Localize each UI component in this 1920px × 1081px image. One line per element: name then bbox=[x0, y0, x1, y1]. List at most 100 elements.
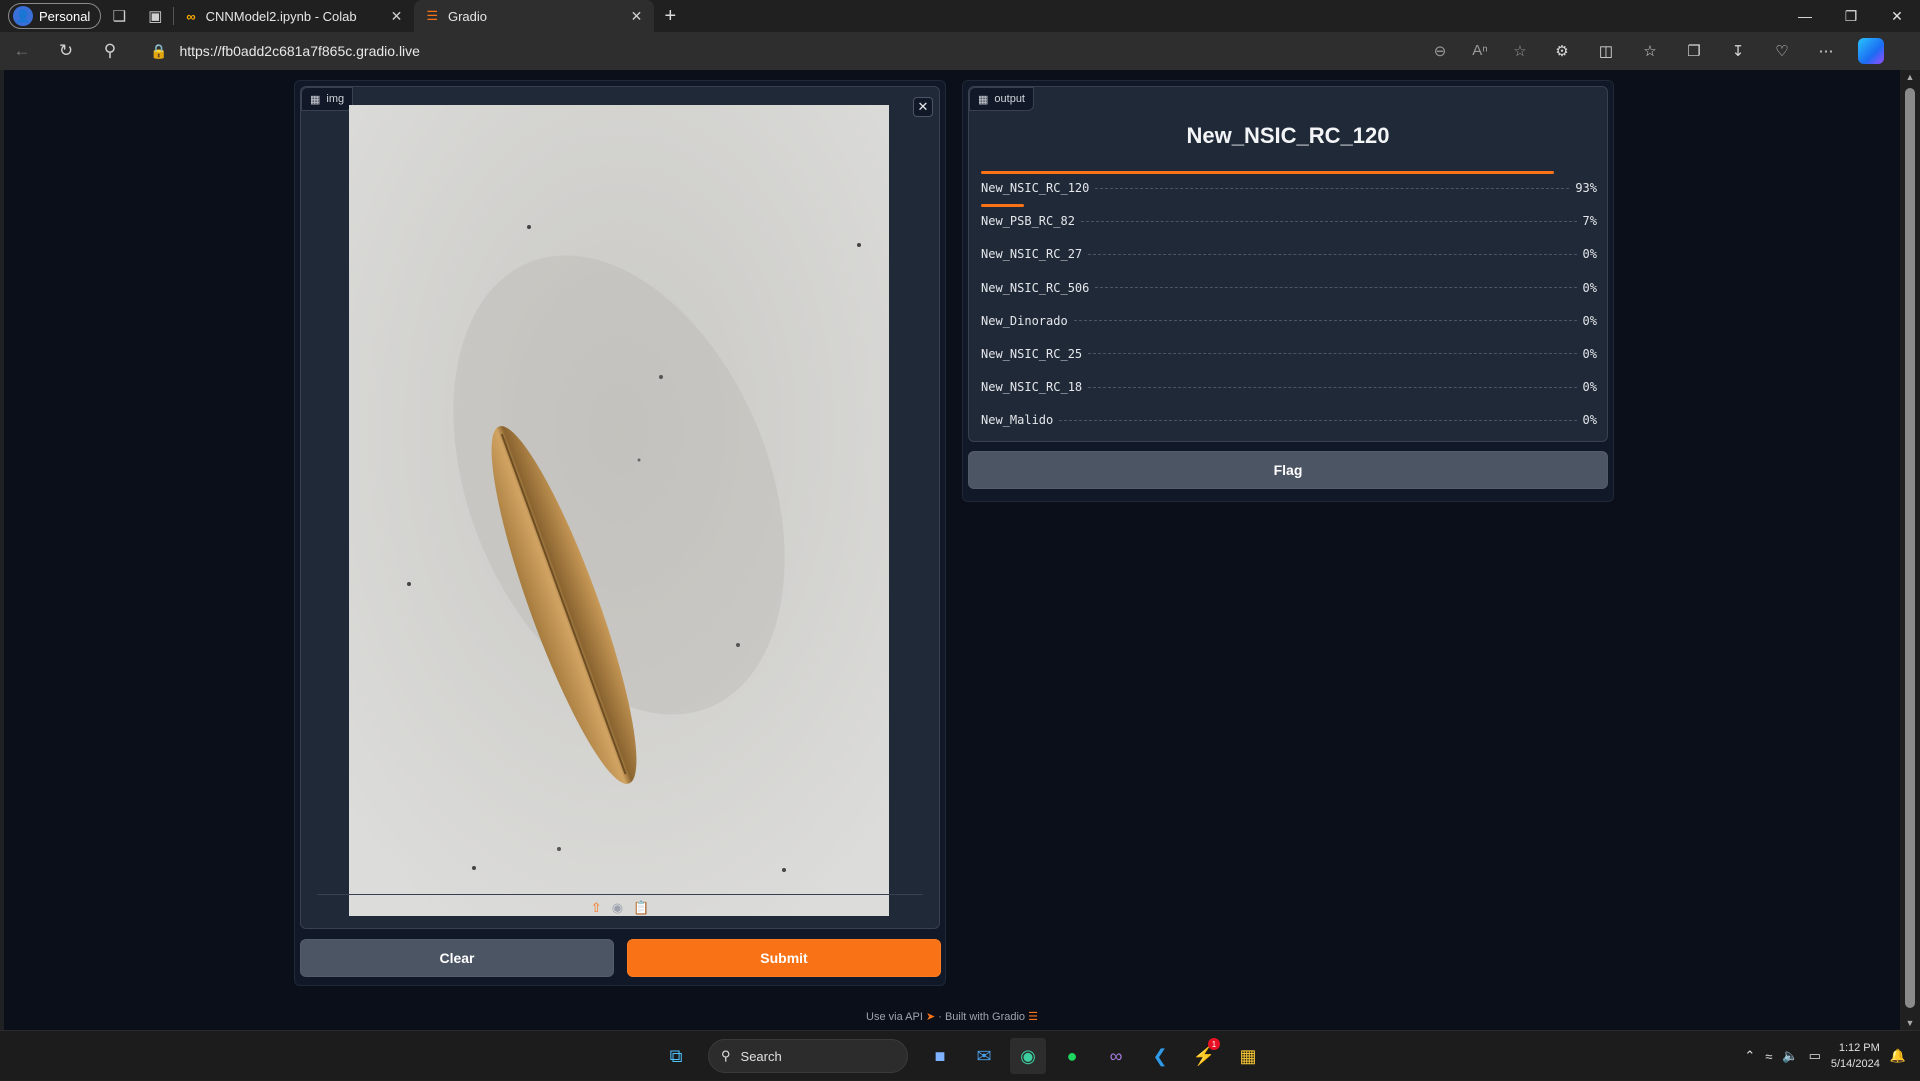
address-bar[interactable]: 🔒 https://fb0add2c681a7f865c.gradio.live… bbox=[136, 36, 1540, 66]
confidence-percent: 0% bbox=[1582, 413, 1597, 428]
favorites-icon[interactable]: ☆ bbox=[1628, 42, 1672, 60]
scrollbar-thumb[interactable] bbox=[1905, 88, 1915, 1008]
taskbar-search[interactable]: ⚲ Search bbox=[708, 1039, 908, 1073]
lock-icon[interactable]: 🔒 bbox=[150, 43, 167, 60]
clear-image-icon[interactable]: ✕ bbox=[913, 97, 933, 117]
tab-label: CNNModel2.ipynb - Colab bbox=[205, 8, 357, 24]
colab-icon: ∞ bbox=[186, 8, 196, 24]
uploaded-image[interactable] bbox=[349, 105, 889, 916]
spotify-icon[interactable]: ● bbox=[1054, 1038, 1090, 1074]
confidence-row: New_NSIC_RC_25 0% bbox=[981, 337, 1597, 370]
start-icon[interactable]: ⧉ bbox=[658, 1038, 694, 1074]
output-block-label: ▦ output bbox=[969, 87, 1034, 111]
confidence-percent: 93% bbox=[1575, 181, 1597, 195]
confidence-leader bbox=[1095, 187, 1570, 189]
wifi-icon[interactable]: ≈ bbox=[1765, 1049, 1772, 1064]
download-icon[interactable]: ↧ bbox=[1716, 42, 1760, 60]
zoom-out-icon[interactable]: ⊖ bbox=[1420, 42, 1460, 60]
close-tab-icon[interactable]: ✕ bbox=[391, 8, 403, 25]
minimize-icon[interactable]: — bbox=[1782, 0, 1828, 32]
built-with-gradio-link[interactable]: Built with Gradio bbox=[945, 1011, 1025, 1023]
profile-button[interactable]: 👤 Personal bbox=[8, 3, 102, 29]
confidence-label: New_PSB_RC_82 bbox=[981, 214, 1075, 229]
footer-separator: · bbox=[938, 1011, 942, 1023]
clear-button[interactable]: Clear bbox=[300, 939, 614, 977]
confidence-line: New_NSIC_RC_27 0% bbox=[981, 247, 1597, 261]
tab-label: Gradio bbox=[447, 8, 487, 24]
notification-bell-icon[interactable]: 🔔 bbox=[1890, 1048, 1906, 1064]
rocket-icon: ➤ bbox=[925, 1011, 939, 1023]
gradio-icon: ☰ bbox=[426, 8, 438, 23]
label-icon: ▦ bbox=[978, 93, 989, 106]
read-aloud-icon[interactable]: Aⁿ bbox=[1460, 42, 1500, 60]
use-via-api-link[interactable]: Use via API bbox=[866, 1011, 923, 1023]
file-explorer-icon[interactable]: ▦ bbox=[1230, 1038, 1266, 1074]
visual-studio-icon[interactable]: ∞ bbox=[1098, 1038, 1134, 1074]
battery-icon[interactable]: ▭ bbox=[1809, 1048, 1821, 1064]
confidence-percent: 0% bbox=[1582, 380, 1597, 395]
extensions-icon[interactable]: ⚙ bbox=[1540, 42, 1584, 60]
confidence-percent: 0% bbox=[1582, 313, 1597, 328]
more-options-icon[interactable]: ⋯ bbox=[1804, 42, 1848, 60]
mail-icon[interactable]: ✉ bbox=[966, 1038, 1002, 1074]
back-icon[interactable]: ← bbox=[0, 32, 44, 70]
close-window-icon[interactable]: ✕ bbox=[1874, 0, 1920, 32]
submit-button[interactable]: Submit bbox=[627, 939, 941, 977]
volume-icon[interactable]: 🔈 bbox=[1782, 1048, 1798, 1064]
confidence-line: New_NSIC_RC_506 0% bbox=[981, 281, 1597, 295]
scroll-up-icon[interactable]: ▲ bbox=[1904, 72, 1916, 82]
confidence-label: New_Dinorado bbox=[981, 313, 1068, 328]
flag-button[interactable]: Flag bbox=[968, 451, 1608, 489]
new-tab-button[interactable]: + bbox=[654, 0, 686, 32]
chevron-up-icon[interactable]: ⌃ bbox=[1744, 1048, 1755, 1064]
system-tray: ⌃ ≈ 🔈 ▭ 1:12 PM 5/14/2024 🔔 bbox=[1744, 1031, 1906, 1081]
page-viewport: ▦ img ✕ ⇧ ◉ 📋 Clear Submit ▦ output New_… bbox=[4, 70, 1900, 1030]
workspaces-icon[interactable]: ❑ bbox=[101, 0, 137, 32]
confidence-list: New_NSIC_RC_120 93% New_PSB_RC_82 7% New_NSI… bbox=[981, 171, 1597, 437]
confidence-line: New_NSIC_RC_120 93% bbox=[981, 181, 1597, 195]
vscode-icon[interactable]: ❮ bbox=[1142, 1038, 1178, 1074]
confidence-bar bbox=[981, 171, 1554, 174]
tab-gradio[interactable]: ☰ Gradio ✕ bbox=[414, 0, 655, 32]
tab-colab[interactable]: ∞ CNNModel2.ipynb - Colab ✕ bbox=[174, 0, 414, 32]
performance-icon[interactable]: ♡ bbox=[1760, 42, 1804, 60]
page-scrollbar[interactable]: ▲ ▼ bbox=[1900, 70, 1920, 1030]
edge-icon[interactable]: ◉ bbox=[1010, 1038, 1046, 1074]
confidence-label: New_NSIC_RC_120 bbox=[981, 181, 1090, 195]
input-column: ▦ img ✕ ⇧ ◉ 📋 Clear Submit bbox=[294, 80, 946, 986]
confidence-leader bbox=[1088, 386, 1577, 388]
confidence-label: New_NSIC_RC_25 bbox=[981, 346, 1083, 361]
taskbar-search-label: Search bbox=[740, 1048, 782, 1064]
clipboard-icon[interactable]: 📋 bbox=[633, 900, 649, 916]
profile-label: Personal bbox=[39, 8, 91, 24]
scroll-down-icon[interactable]: ▼ bbox=[1904, 1018, 1916, 1028]
confidence-label: New_Malido bbox=[981, 413, 1054, 428]
messenger-icon[interactable]: ⚡ 1 bbox=[1186, 1038, 1222, 1074]
confidence-bar bbox=[981, 204, 1025, 208]
confidence-line: New_NSIC_RC_18 0% bbox=[981, 380, 1597, 394]
restore-icon[interactable]: ❐ bbox=[1828, 0, 1874, 32]
close-tab-icon[interactable]: ✕ bbox=[631, 8, 643, 25]
webcam-icon[interactable]: ◉ bbox=[612, 900, 623, 916]
split-screen-icon[interactable]: ◫ bbox=[1584, 42, 1628, 60]
clock[interactable]: 1:12 PM 5/14/2024 bbox=[1831, 1040, 1880, 1072]
confidence-label: New_NSIC_RC_18 bbox=[981, 380, 1083, 395]
refresh-icon[interactable]: ↻ bbox=[44, 32, 88, 70]
windows-taskbar: ⧉ ⚲ Search ■ ✉ ◉ ● ∞ ❮ ⚡ 1 ▦ ⌃ ≈ 🔈 ▭ 1:1… bbox=[0, 1030, 1920, 1080]
tab-actions-icon[interactable]: ▣ bbox=[137, 0, 173, 32]
url-text[interactable]: https://fb0add2c681a7f865c.gradio.live bbox=[179, 43, 1408, 59]
widgets-icon[interactable]: ■ bbox=[922, 1038, 958, 1074]
image-block-label: ▦ img bbox=[301, 87, 354, 111]
search-icon: ⚲ bbox=[721, 1048, 731, 1063]
favorite-star-icon[interactable]: ☆ bbox=[1500, 42, 1540, 60]
notification-badge: 1 bbox=[1208, 1038, 1220, 1050]
collections-icon[interactable]: ❐ bbox=[1672, 42, 1716, 60]
confidence-row: New_NSIC_RC_506 0% bbox=[981, 271, 1597, 304]
upload-icon[interactable]: ⇧ bbox=[591, 900, 602, 916]
confidence-row: New_NSIC_RC_27 0% bbox=[981, 237, 1597, 270]
label-output-block: ▦ output New_NSIC_RC_120 New_NSIC_RC_120… bbox=[968, 86, 1608, 442]
search-icon[interactable]: ⚲ bbox=[88, 32, 132, 70]
confidence-line: New_Malido 0% bbox=[981, 413, 1597, 427]
page-footer: Use via API ➤ · Built with Gradio ☰ bbox=[4, 1010, 1900, 1023]
copilot-icon[interactable] bbox=[1858, 38, 1884, 64]
